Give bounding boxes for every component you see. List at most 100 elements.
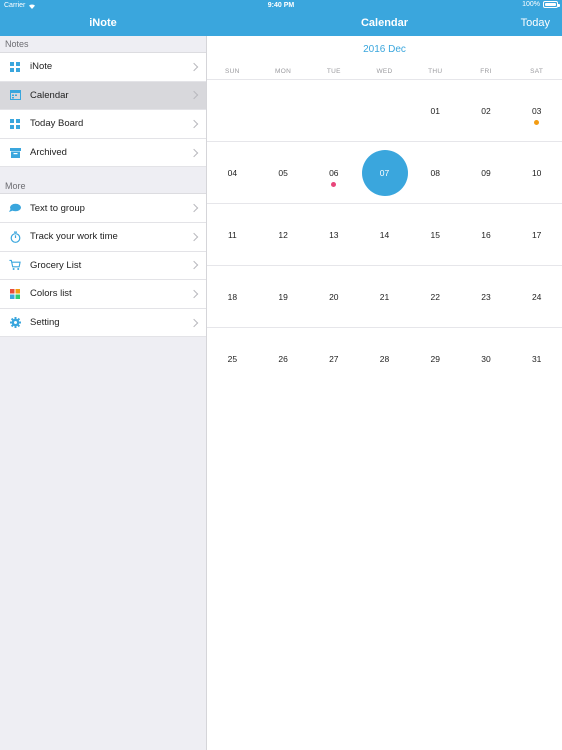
sidebar-item-label: Archived <box>30 147 67 159</box>
day-cell[interactable]: 02 <box>461 80 512 141</box>
day-cell[interactable]: 22 <box>410 266 461 327</box>
day-number: 01 <box>430 106 440 116</box>
day-number: 22 <box>430 292 440 302</box>
weekday-label: MON <box>275 68 292 75</box>
day-cell[interactable]: 16 <box>461 204 512 265</box>
chevron-right-icon <box>189 148 199 157</box>
sidebar-item-grocery-list[interactable]: Grocery List <box>0 251 206 281</box>
chevron-right-icon <box>189 119 199 129</box>
more-list: Text to group Track your work time Groce… <box>0 193 206 338</box>
day-number: 24 <box>531 292 542 302</box>
day-cell[interactable]: 10 <box>511 142 562 203</box>
empty-day-cell <box>308 80 359 141</box>
day-cell[interactable]: 14 <box>359 204 410 265</box>
empty-day-cell <box>359 80 410 141</box>
day-cell[interactable]: 08 <box>410 142 461 203</box>
day-cell[interactable]: 23 <box>461 266 512 327</box>
section-header-notes: Notes <box>5 39 29 49</box>
weekday-label: SUN <box>225 68 240 75</box>
section-header-more: More <box>5 181 26 192</box>
event-dot <box>331 182 337 187</box>
cart-icon <box>9 259 21 271</box>
sidebar-item-today-board[interactable]: Today Board <box>0 110 206 139</box>
grid-icon <box>9 118 21 130</box>
day-number: 08 <box>430 168 440 178</box>
day-number: 06 <box>329 168 339 178</box>
today-button[interactable]: Today <box>521 17 550 29</box>
day-cell[interactable]: 11 <box>207 204 258 265</box>
sidebar-item-calendar[interactable]: Calendar <box>0 81 206 111</box>
grid-icon <box>9 61 21 73</box>
sidebar-item-track-work-time[interactable]: Track your work time <box>0 222 206 252</box>
week-row: 18 19 20 21 22 23 24 <box>207 266 562 328</box>
day-cell[interactable]: 18 <box>207 266 258 327</box>
sidebar-item-label: Setting <box>30 317 60 329</box>
day-cell[interactable]: 06 <box>308 142 359 203</box>
day-cell[interactable]: 01 <box>410 80 461 141</box>
battery-indicator: 100% <box>522 1 560 8</box>
day-cell[interactable]: 27 <box>308 328 359 390</box>
day-number: 11 <box>227 230 237 240</box>
chevron-right-icon <box>189 203 199 213</box>
day-cell[interactable]: 21 <box>359 266 410 327</box>
day-cell[interactable]: 15 <box>410 204 461 265</box>
day-cell[interactable]: 25 <box>207 328 258 390</box>
day-cell[interactable]: 29 <box>410 328 461 390</box>
day-number: 02 <box>481 106 491 116</box>
navigation-bar: Carrier 9:40 PM 100% iNote Calendar Toda… <box>0 0 562 36</box>
day-cell[interactable]: 30 <box>461 328 512 390</box>
day-cell[interactable]: 19 <box>258 266 309 327</box>
day-cell[interactable]: 26 <box>258 328 309 390</box>
chat-bubble-icon <box>9 202 21 214</box>
day-cell[interactable]: 04 <box>207 142 258 203</box>
day-number: 30 <box>481 354 491 364</box>
day-number: 16 <box>481 230 491 240</box>
calendar-icon <box>9 89 21 101</box>
day-number: 19 <box>278 292 288 302</box>
day-cell[interactable]: 17 <box>511 204 562 265</box>
day-cell[interactable]: 24 <box>511 266 562 327</box>
day-number: 29 <box>430 354 440 364</box>
day-cell[interactable]: 20 <box>308 266 359 327</box>
chevron-right-icon <box>189 232 199 242</box>
day-number: 31 <box>531 354 542 364</box>
week-row: 11 12 13 14 15 16 17 <box>207 204 562 266</box>
day-cell[interactable]: 28 <box>359 328 410 390</box>
status-bar: Carrier 9:40 PM 100% <box>0 0 562 12</box>
day-cell[interactable]: 05 <box>258 142 309 203</box>
weekday-label: TUE <box>326 68 341 75</box>
day-number: 20 <box>329 292 339 302</box>
week-row: 25 26 27 28 29 30 31 <box>207 328 562 390</box>
day-number: 03 <box>531 106 542 116</box>
sidebar-item-text-to-group[interactable]: Text to group <box>0 194 206 223</box>
sidebar-item-label: Today Board <box>30 118 84 130</box>
day-cell[interactable]: 13 <box>308 204 359 265</box>
sidebar-item-label: Text to group <box>30 202 85 214</box>
chevron-right-icon <box>189 261 199 270</box>
sidebar-item-label: iNote <box>30 61 53 73</box>
day-number: 23 <box>481 292 491 302</box>
month-title[interactable]: 2016 Dec <box>207 44 562 55</box>
gear-icon <box>9 317 21 329</box>
day-cell[interactable]: 07 <box>359 142 410 203</box>
day-cell[interactable]: 03 <box>511 80 562 141</box>
status-time: 9:40 PM <box>267 2 295 9</box>
sidebar-item-archived[interactable]: Archived <box>0 138 206 168</box>
sidebar-item-inote[interactable]: iNote <box>0 53 206 82</box>
sidebar-item-colors-list[interactable]: Colors list <box>0 280 206 309</box>
day-cell[interactable]: 09 <box>461 142 512 203</box>
battery-percent: 100% <box>522 1 540 8</box>
chevron-right-icon <box>189 318 199 327</box>
weekday-label: SAT <box>530 68 544 75</box>
day-number: 12 <box>278 230 288 240</box>
archive-icon <box>9 147 21 159</box>
day-cell[interactable]: 31 <box>511 328 562 390</box>
day-number: 05 <box>278 168 288 178</box>
sidebar-item-setting[interactable]: Setting <box>0 308 206 338</box>
sidebar-item-label: Grocery List <box>30 259 82 271</box>
day-cell[interactable]: 12 <box>258 204 309 265</box>
day-number: 18 <box>227 292 238 302</box>
week-row: 01 02 03 <box>207 80 562 142</box>
chevron-right-icon <box>189 91 199 100</box>
day-number: 09 <box>481 168 491 178</box>
